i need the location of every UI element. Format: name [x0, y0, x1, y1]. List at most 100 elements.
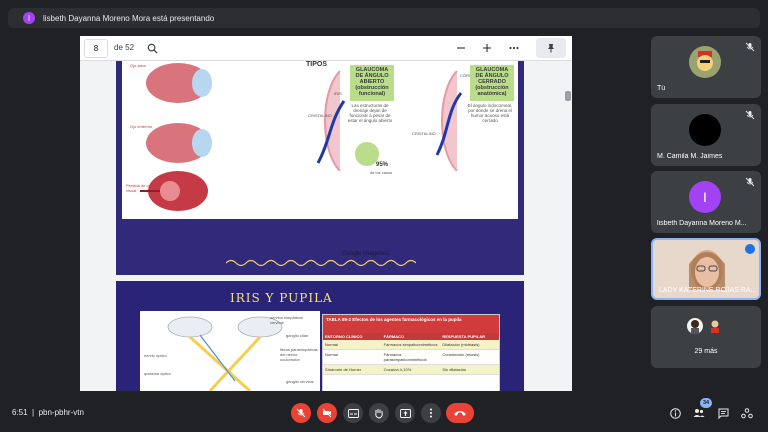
- present-screen-icon: [399, 408, 411, 418]
- table-col-header: ENTORNO CLÍNICO: [325, 334, 363, 339]
- presenting-text: lisbeth Dayanna Moreno Mora está present…: [43, 13, 215, 23]
- hand-icon: [375, 408, 383, 419]
- end-call-icon: [454, 411, 466, 416]
- table-cell: Sin dilatación: [440, 365, 500, 374]
- label-cristalino-1: CRISTALINO: [308, 113, 332, 118]
- more-count: 29 más: [694, 348, 718, 355]
- participant-tile-speaking[interactable]: LADY KATERINE ROJAS RA...: [651, 238, 761, 300]
- plus-icon[interactable]: [479, 40, 495, 56]
- table-cell: Cocaína 4-10%: [381, 365, 441, 374]
- cartoon-avatar-icon: [697, 51, 713, 71]
- table-header-row: ENTORNO CLÍNICO FÁRMACO RESPUESTA PUPILA…: [323, 333, 499, 340]
- chat-button[interactable]: [715, 405, 731, 421]
- more-horiz-icon[interactable]: [506, 40, 522, 56]
- participant-tile-self[interactable]: Tú: [651, 36, 761, 98]
- presenting-banner: l lisbeth Dayanna Moreno Mora está prese…: [8, 8, 760, 28]
- desc-closed-angle: El ángulo iridocorneal, por donde se dre…: [467, 103, 513, 123]
- activities-icon: [741, 407, 753, 418]
- avatar: [707, 318, 723, 334]
- pdf-toolbar: 8 de 52: [80, 36, 572, 61]
- percent-value: 95%: [376, 162, 389, 168]
- leave-call-button[interactable]: [446, 403, 474, 423]
- captions-icon: [347, 408, 359, 418]
- camera-toggle-button[interactable]: [317, 403, 337, 423]
- search-icon[interactable]: [144, 40, 160, 56]
- captions-button[interactable]: [343, 403, 363, 423]
- desc-open-angle: Las estructuras de drenaje dejan de func…: [347, 103, 393, 123]
- info-icon: [669, 407, 681, 419]
- table-cell: Normal: [325, 352, 338, 357]
- table-row: Normal Fármacos simpaticomiméticos Dilat…: [323, 340, 500, 350]
- avatar: [689, 114, 721, 146]
- people-count-badge: 34: [700, 398, 712, 408]
- more-options-button[interactable]: [421, 403, 441, 423]
- table-cell: Fármacos simpaticomiméticos: [381, 340, 441, 349]
- label-perdida: Pérdida de campo visual: [126, 183, 159, 193]
- diagram-label-4: nervio óptico: [144, 353, 167, 358]
- pin-icon: [548, 44, 554, 53]
- avatar: [689, 46, 721, 78]
- label-iris: IRIS: [334, 91, 342, 96]
- pdf-scrollbar[interactable]: [564, 61, 572, 391]
- minus-icon[interactable]: [453, 40, 469, 56]
- more-participants-tile[interactable]: 29 más: [651, 306, 761, 368]
- meeting-details-button[interactable]: [667, 405, 683, 421]
- table-row: Síndrome de Horner Cocaína 4-10% Sin dil…: [323, 365, 500, 375]
- percent-caption: de los casos: [370, 170, 393, 175]
- slide-caption: Google imágenes: [342, 251, 390, 257]
- label-ojo-enfermo: Ojo enfermo: [130, 124, 153, 129]
- avatar: I: [689, 181, 721, 213]
- speaking-indicator-icon: [745, 244, 755, 254]
- eye-diagrams: [140, 63, 212, 211]
- glaucoma-figure: Ojo sano Ojo enfermo Pérdida de campo vi…: [122, 61, 518, 219]
- table-cell: Constricción (miosis): [442, 352, 480, 357]
- mic-off-icon: [745, 177, 755, 187]
- pdf-document-area[interactable]: Ojo sano Ojo enfermo Pérdida de campo vi…: [80, 61, 564, 391]
- scroll-thumb[interactable]: [565, 91, 571, 101]
- chat-icon: [718, 408, 728, 419]
- activities-button[interactable]: [739, 405, 755, 421]
- closed-angle-diagram: [435, 71, 463, 171]
- more-vert-icon: [430, 408, 432, 418]
- participant-name: Tú: [657, 85, 666, 92]
- diagram-label-3: fibras parasimpáticas del nervio oculomo…: [280, 347, 318, 362]
- people-icon: [693, 409, 705, 417]
- pin-button[interactable]: [536, 38, 566, 58]
- slide-glaucoma: Ojo sano Ojo enfermo Pérdida de campo vi…: [116, 61, 524, 275]
- table-title: TABLA 89-2 Efectos de los agentes farmac…: [323, 315, 499, 333]
- participant-name: lisbeth Dayanna Moreno M...: [657, 220, 747, 227]
- table-cell: Fármacos parasimpaticomiméticos: [383, 352, 427, 362]
- table-cell: Síndrome de Horner: [323, 365, 382, 374]
- table-cell: Dilatación (midriasis): [440, 340, 500, 349]
- participant-name: M. Camila M. Jaimes: [657, 153, 723, 160]
- mic-off-icon: [745, 110, 755, 120]
- mic-toggle-button[interactable]: [291, 403, 311, 423]
- meeting-time: 6:51 | pbn-pbhr-vtn: [12, 408, 84, 417]
- iris-diagram: nervios simpáticos cervical ganglio cili…: [140, 311, 320, 391]
- diagram-label-6: ganglio cervical: [286, 379, 314, 384]
- page-total: de 52: [114, 43, 135, 52]
- decorative-wave: [226, 259, 416, 267]
- present-button[interactable]: [395, 403, 415, 423]
- green-box-open-angle: GLAUCOMA DE ÁNGULO ABIERTO (obstrucción …: [350, 65, 394, 101]
- pharmacology-table: TABLA 89-2 Efectos de los agentes farmac…: [322, 314, 500, 391]
- avatar: [687, 318, 703, 334]
- raise-hand-button[interactable]: [369, 403, 389, 423]
- label-sano: Ojo sano: [130, 63, 147, 68]
- participant-tile-presenter[interactable]: I lisbeth Dayanna Moreno M...: [651, 171, 761, 233]
- table-col-header: FÁRMACO: [383, 334, 405, 339]
- diagram-label-2: ganglio ciliar: [286, 333, 309, 338]
- diagram-label-5: quiasma óptico: [144, 371, 171, 376]
- table-cell: Normal: [323, 340, 382, 349]
- shared-screen-pdf-viewer: 8 de 52 Ojo sano Ojo enfermo Pérdida de …: [80, 36, 572, 391]
- slide-heading: TIPOS: [306, 61, 328, 68]
- mic-off-icon: [745, 42, 755, 52]
- mic-off-icon: [296, 408, 306, 418]
- slide-title-iris: IRIS Y PUPILA: [230, 291, 333, 305]
- diagram-label-1: nervios simpáticos cervical: [270, 315, 303, 325]
- participant-name: LADY KATERINE ROJAS RA...: [659, 287, 757, 294]
- open-angle-diagram: [316, 71, 346, 171]
- presenter-avatar: l: [23, 12, 35, 24]
- page-number-input[interactable]: 8: [84, 39, 108, 58]
- participant-tile[interactable]: M. Camila M. Jaimes: [651, 104, 761, 166]
